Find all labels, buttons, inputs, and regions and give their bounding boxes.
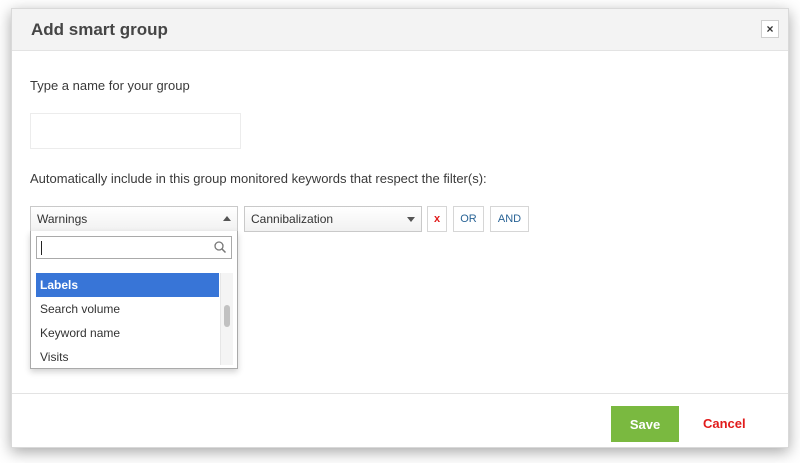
chevron-down-icon [407,217,415,222]
filter-value-select[interactable]: Cannibalization [244,206,422,232]
text-caret [41,241,42,255]
or-button[interactable]: OR [453,206,484,232]
and-button[interactable]: AND [490,206,529,232]
add-smart-group-modal: Add smart group × Type a name for your g… [11,8,789,448]
close-icon[interactable]: × [761,20,779,38]
dropdown-item-visits[interactable]: Visits [36,345,219,369]
save-button[interactable]: Save [611,406,679,442]
filter-field-select[interactable]: Warnings [30,206,238,232]
filter-label: Automatically include in this group moni… [30,171,487,186]
chevron-up-icon [223,216,231,221]
modal-title: Add smart group [31,20,168,39]
search-icon [214,241,227,254]
dropdown-item-search-volume[interactable]: Search volume [36,297,219,321]
filter-value-selected: Cannibalization [251,212,334,226]
group-name-input[interactable] [30,113,241,149]
scrollbar-thumb[interactable] [224,305,230,327]
remove-filter-button[interactable]: x [427,206,447,232]
dropdown-list: Labels Search volume Keyword name Visits [36,273,219,369]
filter-field-selected: Warnings [37,212,88,226]
dropdown-search-input[interactable] [36,236,232,259]
group-name-label: Type a name for your group [30,78,190,93]
dropdown-scrollbar[interactable] [220,273,233,365]
modal-header: Add smart group × [12,9,788,51]
cancel-link[interactable]: Cancel [703,416,746,431]
dropdown-item-labels[interactable]: Labels [36,273,219,297]
filter-field-dropdown: Labels Search volume Keyword name Visits [30,231,238,369]
footer-divider [12,393,788,394]
dropdown-item-keyword-name[interactable]: Keyword name [36,321,219,345]
